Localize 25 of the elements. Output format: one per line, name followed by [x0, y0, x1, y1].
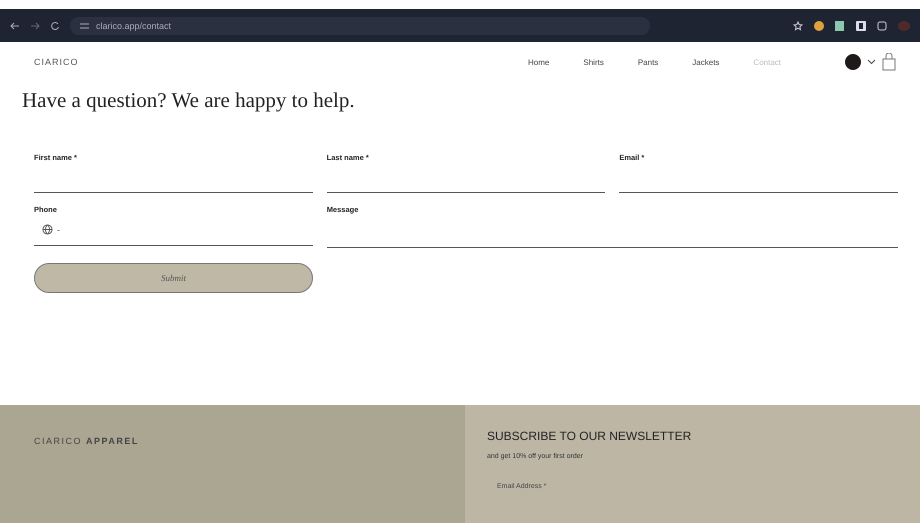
nav-link[interactable]: Home — [528, 58, 550, 66]
page-heading: Have a question? We are happy to help. — [22, 88, 356, 113]
newsletter-title: SUBSCRIBE TO OUR NEWSLETTER — [487, 429, 692, 443]
forward-icon[interactable] — [30, 20, 40, 30]
phone-field[interactable]: - — [34, 214, 313, 246]
submit-button[interactable]: Submit — [34, 263, 313, 293]
nav-link[interactable]: Pants — [638, 58, 658, 66]
reload-icon[interactable] — [50, 20, 60, 30]
site-settings-icon[interactable] — [80, 22, 89, 30]
chevron-down-icon[interactable] — [867, 59, 876, 65]
avatar-icon[interactable] — [845, 54, 861, 70]
nav-link[interactable]: Jackets — [692, 58, 720, 66]
site-logo[interactable]: CIARICO — [34, 57, 79, 67]
address-bar[interactable]: clarico.app/contact — [70, 16, 650, 34]
url-text: clarico.app/contact — [96, 20, 172, 30]
footer-brand: CIARICO APPAREL — [34, 436, 139, 446]
star-icon[interactable] — [793, 20, 803, 30]
extension-icon[interactable] — [814, 20, 824, 30]
nav-link[interactable]: Shirts — [583, 58, 604, 66]
extension-icon[interactable] — [835, 20, 845, 30]
extension-icon[interactable] — [856, 20, 866, 30]
extension-icon[interactable] — [877, 20, 887, 30]
shopping-bag-icon[interactable] — [882, 53, 896, 71]
back-icon[interactable] — [10, 20, 20, 30]
globe-icon[interactable] — [42, 224, 53, 235]
